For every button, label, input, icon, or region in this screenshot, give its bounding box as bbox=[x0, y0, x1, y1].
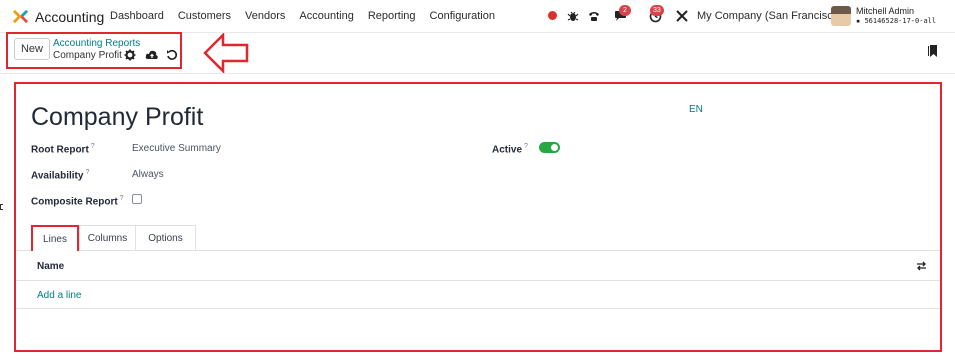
add-line-link[interactable]: Add a line bbox=[37, 290, 81, 301]
activity-badge: 33 bbox=[650, 5, 664, 16]
tab-lines[interactable]: Lines bbox=[31, 225, 79, 251]
root-report-field[interactable]: Executive Summary bbox=[132, 143, 221, 154]
discard-icon[interactable] bbox=[166, 49, 178, 61]
app-logo-icon[interactable] bbox=[13, 9, 28, 24]
composite-report-checkbox[interactable] bbox=[132, 194, 142, 204]
new-button[interactable]: New bbox=[14, 38, 50, 60]
divider bbox=[0, 73, 955, 74]
help-mark[interactable]: ? bbox=[91, 143, 95, 150]
page-title[interactable]: Company Profit bbox=[31, 103, 203, 132]
bookmark-icon[interactable] bbox=[928, 44, 939, 58]
breadcrumb-current: Company Profit bbox=[53, 50, 122, 61]
side-marker bbox=[0, 204, 3, 210]
toggle-knob bbox=[551, 144, 558, 151]
tab-columns[interactable]: Columns bbox=[79, 225, 136, 251]
gear-icon[interactable] bbox=[124, 49, 136, 61]
messages-badge: 2 bbox=[619, 5, 631, 16]
composite-report-label: Composite Report? bbox=[31, 195, 124, 207]
composite-report-label-text: Composite Report bbox=[31, 196, 118, 208]
table-divider bbox=[16, 308, 940, 309]
menu-vendors[interactable]: Vendors bbox=[245, 10, 285, 22]
menu-configuration[interactable]: Configuration bbox=[430, 10, 495, 22]
bug-icon[interactable] bbox=[566, 7, 580, 25]
availability-field[interactable]: Always bbox=[132, 169, 164, 180]
menu-dashboard[interactable]: Dashboard bbox=[110, 10, 164, 22]
cloud-upload-icon[interactable] bbox=[145, 49, 159, 61]
active-toggle[interactable] bbox=[539, 142, 560, 153]
active-label-text: Active bbox=[492, 144, 523, 156]
app-name[interactable]: Accounting bbox=[35, 9, 104, 25]
user-name[interactable]: Mitchell Admin bbox=[856, 6, 914, 16]
help-mark[interactable]: ? bbox=[120, 195, 124, 202]
menu-customers[interactable]: Customers bbox=[178, 10, 231, 22]
messages-button[interactable]: 2 bbox=[609, 5, 631, 25]
root-report-label-text: Root Report bbox=[31, 144, 89, 156]
phone-icon[interactable] bbox=[587, 7, 601, 25]
tab-options[interactable]: Options bbox=[136, 225, 196, 251]
main-menu: Dashboard Customers Vendors Accounting R… bbox=[110, 10, 509, 22]
menu-reporting[interactable]: Reporting bbox=[368, 10, 416, 22]
help-mark[interactable]: ? bbox=[524, 143, 528, 150]
availability-label: Availability? bbox=[31, 169, 89, 181]
company-switcher[interactable]: My Company (San Francisco) bbox=[697, 10, 843, 22]
activity-button[interactable]: 33 bbox=[641, 5, 669, 25]
optional-columns-icon[interactable] bbox=[916, 261, 927, 271]
column-header-name[interactable]: Name bbox=[37, 261, 64, 272]
avatar[interactable] bbox=[831, 6, 851, 26]
top-navbar: Accounting Dashboard Customers Vendors A… bbox=[0, 0, 955, 33]
root-report-label: Root Report? bbox=[31, 143, 95, 155]
table-divider bbox=[16, 280, 940, 281]
language-button[interactable]: EN bbox=[689, 104, 703, 115]
breadcrumb-parent-link[interactable]: Accounting Reports bbox=[53, 38, 140, 49]
active-label: Active? bbox=[492, 143, 528, 155]
tools-icon[interactable] bbox=[675, 7, 689, 25]
availability-label-text: Availability bbox=[31, 170, 84, 182]
pointer-arrow-icon bbox=[203, 33, 249, 73]
database-name: ▪ 56146528-17-0-all bbox=[856, 17, 937, 25]
menu-accounting[interactable]: Accounting bbox=[299, 10, 353, 22]
database-label: 56146528-17-0-all bbox=[864, 17, 937, 25]
help-mark[interactable]: ? bbox=[85, 169, 89, 176]
recording-dot-icon[interactable] bbox=[548, 11, 557, 20]
